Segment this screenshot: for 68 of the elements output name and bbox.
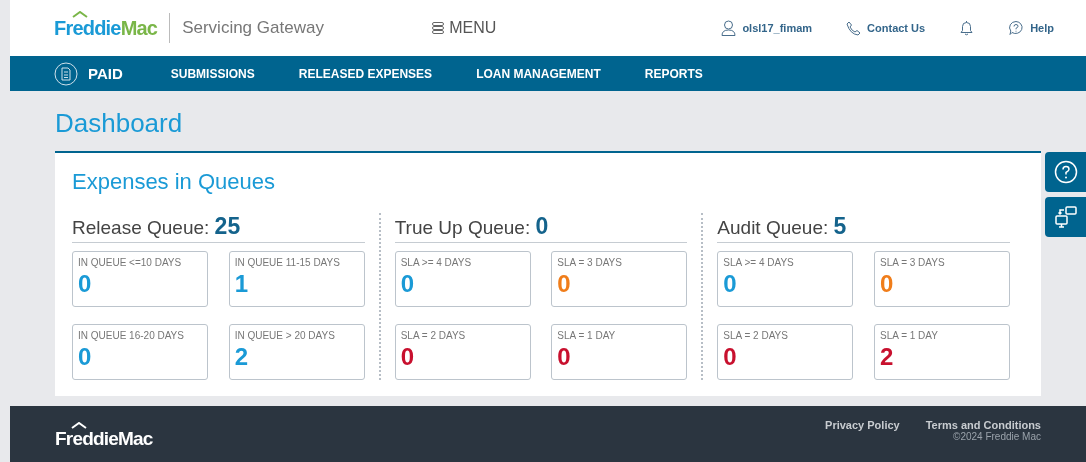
paid-home-link[interactable]: PAID: [54, 61, 123, 86]
help-link[interactable]: Help: [1008, 20, 1054, 36]
tile-count: 0: [723, 270, 738, 298]
queue-tile[interactable]: SLA = 3 DAYS 0: [551, 251, 688, 307]
tile-count: 0: [880, 270, 895, 298]
contact-link[interactable]: Contact Us: [846, 20, 926, 36]
tile-label: IN QUEUE > 20 DAYS: [234, 330, 336, 341]
tile-count: 2: [880, 343, 895, 371]
card-title: Expenses in Queues: [72, 169, 277, 195]
queue-heading: True Up Queue: 0: [394, 213, 688, 243]
tile-count: 0: [557, 343, 572, 371]
queue-tile[interactable]: IN QUEUE > 20 DAYS 2: [228, 324, 365, 380]
tile-count: 0: [400, 343, 416, 371]
menu-button[interactable]: MENU: [432, 19, 497, 37]
footer-link[interactable]: Terms and Conditions: [925, 419, 1041, 431]
queue-heading: Release Queue: 25: [72, 213, 365, 243]
help-icon: [1008, 20, 1025, 36]
nav-tab[interactable]: REPORTS: [644, 66, 703, 81]
queue-tile[interactable]: IN QUEUE 11-15 DAYS 1: [228, 251, 365, 307]
tile-count: 0: [723, 343, 738, 371]
tile-label: IN QUEUE 16-20 DAYS: [78, 330, 185, 341]
queue-tile[interactable]: SLA = 1 DAY 2: [874, 324, 1010, 380]
tile-count: 0: [557, 270, 572, 298]
tile-count: 1: [234, 270, 250, 298]
tile-label: SLA = 3 DAYS: [880, 257, 946, 268]
footer-logo: FreddieMac: [55, 428, 153, 449]
document-icon: [54, 61, 78, 86]
tile-label: SLA = 3 DAYS: [557, 257, 623, 268]
queue-tile[interactable]: SLA = 2 DAYS 0: [717, 324, 854, 380]
page-title: Dashboard: [55, 108, 184, 139]
house-roof-icon: [72, 10, 88, 18]
tile-label: SLA = 2 DAYS: [400, 330, 467, 341]
help-side-button[interactable]: [1045, 152, 1086, 192]
nav-tab[interactable]: RELEASED EXPENSES: [298, 66, 433, 81]
phone-icon: [846, 20, 862, 36]
tile-count: 2: [234, 343, 250, 371]
tile-count: 0: [78, 343, 93, 371]
tile-count: 0: [400, 270, 416, 298]
app-title: Servicing Gateway: [182, 18, 325, 38]
tile-label: SLA = 1 DAY: [557, 330, 617, 341]
queue-tile[interactable]: SLA >= 4 DAYS 0: [717, 251, 854, 307]
house-roof-icon: [71, 422, 87, 429]
copyright-text: ©2024 Freddie Mac: [953, 431, 1041, 442]
bell-icon[interactable]: [959, 20, 975, 36]
tile-label: SLA >= 4 DAYS: [400, 257, 473, 268]
user-icon: [721, 20, 737, 36]
tile-label: SLA = 1 DAY: [880, 330, 939, 341]
nav-tab[interactable]: LOAN MANAGEMENT: [476, 66, 601, 81]
tile-count: 0: [78, 270, 93, 298]
tile-label: IN QUEUE <=10 DAYS: [78, 257, 183, 268]
queue-tile[interactable]: IN QUEUE 16-20 DAYS 0: [72, 324, 208, 380]
nav-tab[interactable]: SUBMISSIONS: [170, 66, 255, 81]
footer-link[interactable]: Privacy Policy: [825, 419, 900, 431]
switch-screen-button[interactable]: [1045, 197, 1086, 237]
tile-label: IN QUEUE 11-15 DAYS: [234, 257, 341, 268]
queue-tile[interactable]: SLA = 2 DAYS 0: [394, 324, 531, 380]
queue-tile[interactable]: SLA >= 4 DAYS 0: [394, 251, 531, 307]
menu-icon: [432, 22, 445, 34]
queue-heading: Audit Queue: 5: [717, 213, 1010, 243]
tile-label: SLA >= 4 DAYS: [723, 257, 795, 268]
help-icon: [1053, 160, 1078, 184]
logo[interactable]: FreddieMac: [54, 16, 158, 39]
queue-tile[interactable]: IN QUEUE <=10 DAYS 0: [72, 251, 208, 307]
user-link[interactable]: olsl17_fimam: [721, 20, 813, 36]
queue-tile[interactable]: SLA = 3 DAYS 0: [874, 251, 1010, 307]
monitors-icon: [1053, 205, 1078, 229]
tile-label: SLA = 2 DAYS: [723, 330, 789, 341]
queue-tile[interactable]: SLA = 1 DAY 0: [551, 324, 688, 380]
